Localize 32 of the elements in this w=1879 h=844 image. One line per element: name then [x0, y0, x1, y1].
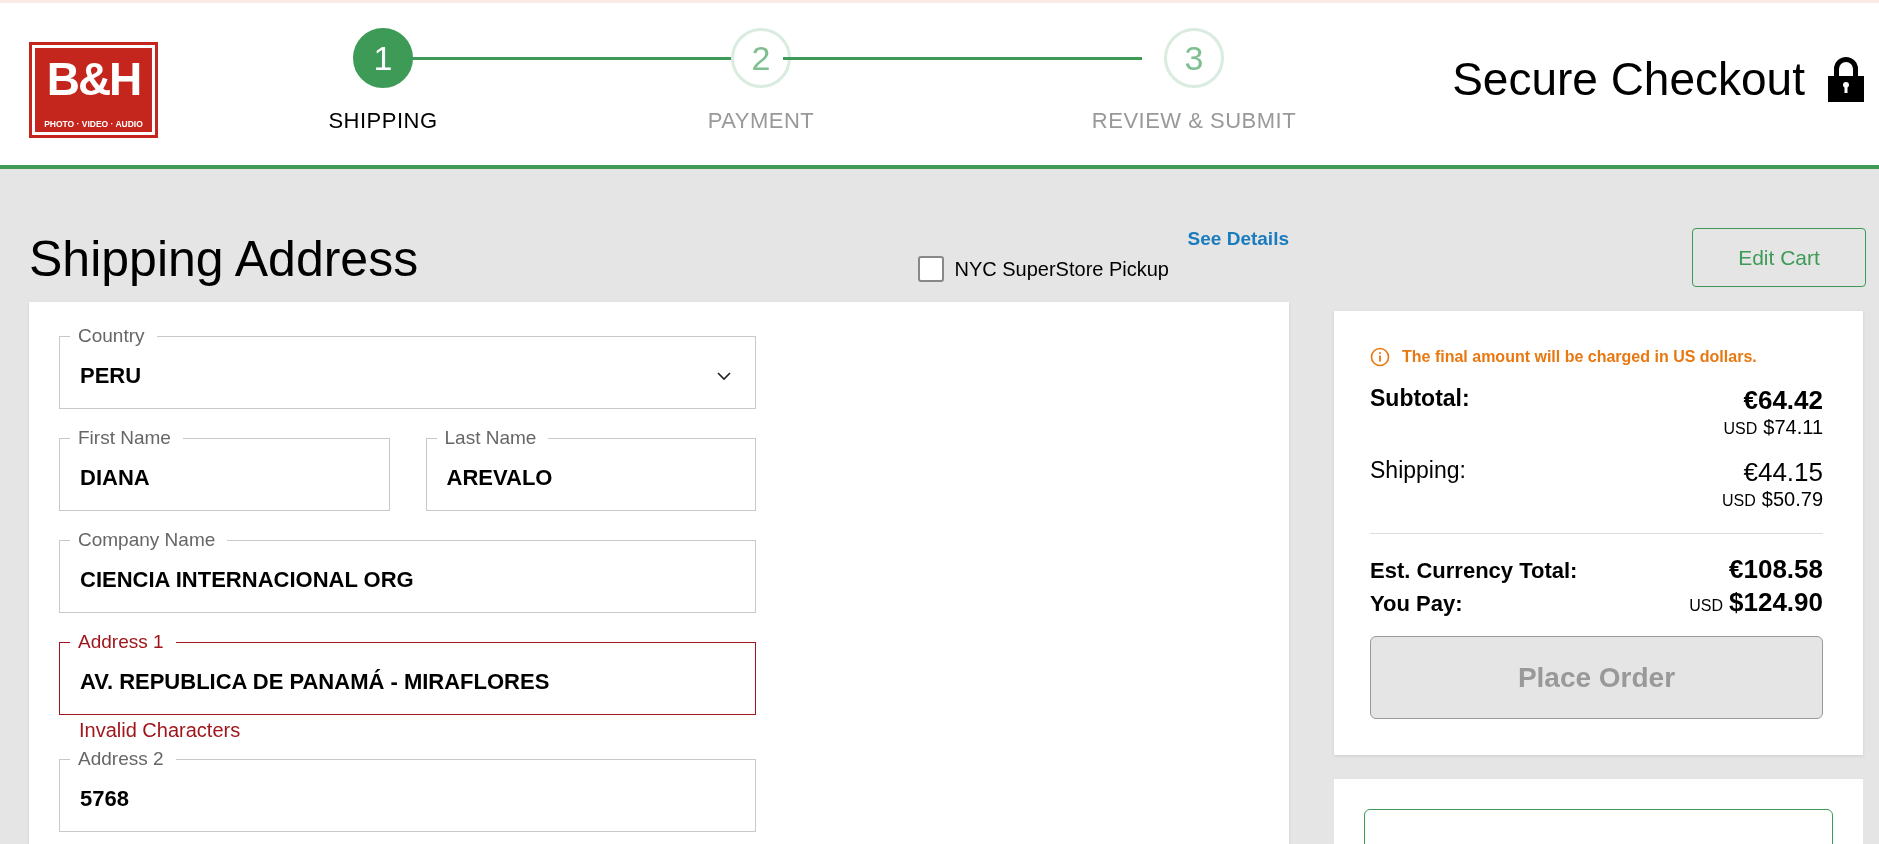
you-pay-label: You Pay: [1370, 591, 1463, 617]
currency-code: USD [1723, 420, 1758, 438]
step-number: 3 [1164, 28, 1224, 88]
usd-amount: $74.11 [1763, 416, 1823, 439]
chevron-down-icon [717, 371, 731, 381]
pickup-checkbox[interactable] [918, 256, 945, 282]
logo-mark: B&H [46, 52, 141, 107]
step-label: SHIPPING [328, 108, 438, 134]
summary-label: Subtotal: [1370, 385, 1470, 413]
total-amount: €108.58 [1729, 554, 1823, 585]
step-label: REVIEW & SUBMIT [1091, 108, 1297, 134]
currency-notice: The final amount will be charged in US dollars. [1402, 348, 1757, 366]
see-details-link[interactable]: See Details [1187, 228, 1289, 250]
summary-label: Shipping: [1370, 457, 1466, 485]
logo-tagline: PHOTO · VIDEO · AUDIO [44, 119, 143, 131]
pickup-label: NYC SuperStore Pickup [954, 257, 1169, 281]
logo[interactable]: B&H PHOTO · VIDEO · AUDIO [29, 42, 158, 138]
lock-icon [1825, 56, 1867, 102]
secure-checkout-title: Secure Checkout [1452, 52, 1805, 106]
usd-amount: $50.79 [1761, 488, 1823, 511]
you-pay-amount: $124.90 [1729, 587, 1823, 618]
currency-code: USD [1689, 597, 1723, 615]
error-message: Invalid Characters [78, 718, 242, 743]
step-number: 1 [353, 28, 413, 88]
info-icon [1370, 347, 1390, 367]
page-title: Shipping Address [29, 230, 419, 288]
step-label: PAYMENT [707, 108, 815, 134]
currency-code: USD [1722, 492, 1756, 510]
summary-amount: €44.15 [1743, 457, 1823, 488]
total-label: Est. Currency Total: [1370, 558, 1578, 584]
step-number: 2 [731, 28, 791, 88]
summary-amount: €64.42 [1743, 385, 1823, 416]
